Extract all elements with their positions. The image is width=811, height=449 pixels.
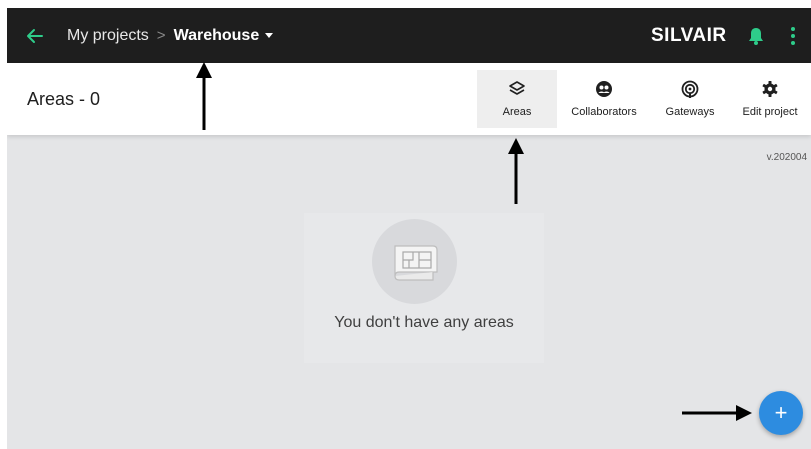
version-label: v.202004 [766, 152, 807, 163]
project-selector[interactable]: Warehouse [174, 27, 274, 45]
tab-label: Areas [502, 106, 532, 118]
brand-logo: SILVAIR [651, 25, 727, 46]
page-title: Areas - 0 [27, 89, 101, 109]
project-toolbar: Areas - 0 Areas Collaborators Gateways E… [7, 63, 811, 135]
top-app-bar: My projects > Warehouse SILVAIR [7, 8, 811, 63]
app-window: My projects > Warehouse SILVAIR Areas - … [7, 8, 811, 449]
tab-label: Collaborators [571, 106, 637, 118]
breadcrumb-my-projects[interactable]: My projects [67, 27, 149, 45]
dropdown-caret-icon [265, 33, 274, 38]
gateway-icon [681, 80, 699, 98]
breadcrumb-separator: > [156, 27, 166, 44]
floorplan-icon [372, 219, 457, 304]
tab-edit-project[interactable]: Edit project [733, 70, 807, 128]
tab-collaborators[interactable]: Collaborators [565, 70, 643, 128]
layers-icon [509, 81, 525, 95]
tab-gateways[interactable]: Gateways [657, 70, 723, 128]
tab-label: Edit project [742, 106, 798, 118]
gear-icon [762, 81, 778, 97]
breadcrumb: My projects > Warehouse [67, 8, 274, 63]
more-menu-icon[interactable] [786, 25, 800, 47]
collaborators-icon [596, 81, 612, 97]
empty-state-message: You don't have any areas [334, 314, 514, 331]
back-arrow-icon[interactable] [23, 24, 47, 48]
add-area-button[interactable]: + [759, 391, 803, 435]
project-name: Warehouse [173, 26, 260, 44]
tab-areas[interactable]: Areas [477, 70, 557, 128]
notification-bell-icon[interactable] [747, 26, 765, 46]
tab-label: Gateways [665, 106, 715, 118]
